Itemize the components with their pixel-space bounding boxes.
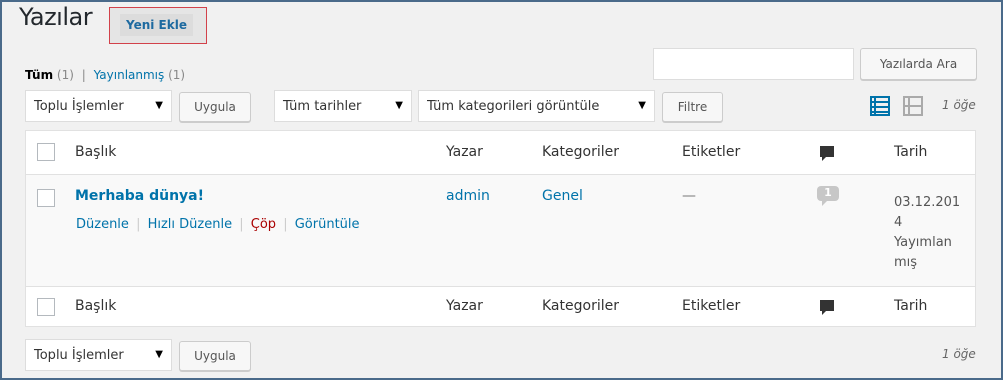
search-input[interactable] — [653, 48, 854, 80]
post-tags: — — [682, 188, 696, 204]
table-header: Başlık Yazar Kategoriler Etiketler Tarih — [26, 131, 975, 175]
column-title[interactable]: Başlık — [75, 144, 116, 160]
apply-button-bottom[interactable]: Uygula — [179, 341, 251, 371]
post-category-link[interactable]: Genel — [542, 188, 583, 204]
items-count-top: 1 öğe — [942, 98, 976, 112]
posts-table: Başlık Yazar Kategoriler Etiketler Tarih… — [25, 130, 976, 327]
category-filter-select[interactable]: Tüm kategorileri görüntüle ▼ — [418, 90, 655, 122]
filter-published[interactable]: Yayınlanmış — [94, 68, 165, 82]
add-new-button[interactable]: Yeni Ekle — [120, 14, 193, 36]
select-all-checkbox[interactable] — [37, 143, 55, 161]
post-date-line2: 4 — [894, 215, 903, 230]
row-actions: Düzenle | Hızlı Düzenle | Çöp | Görüntül… — [76, 217, 360, 232]
add-new-highlight: Yeni Ekle — [109, 7, 207, 44]
column-date[interactable]: Tarih — [894, 144, 927, 160]
view-link[interactable]: Görüntüle — [295, 217, 360, 232]
edit-link[interactable]: Düzenle — [76, 217, 129, 232]
quick-edit-link[interactable]: Hızlı Düzenle — [148, 217, 233, 232]
row-checkbox[interactable] — [37, 189, 55, 207]
post-status-line2: mış — [894, 255, 918, 270]
column-author: Yazar — [446, 144, 483, 160]
posts-screen: Yazılar Yeni Ekle Tüm (1) | Yayınlanmış … — [0, 0, 1003, 380]
search-posts-button[interactable]: Yazılarda Ara — [860, 48, 977, 80]
post-date-line1: 03.12.201 — [894, 195, 961, 210]
page-title: Yazılar — [19, 3, 93, 31]
category-filter-value: Tüm kategorileri görüntüle — [427, 98, 600, 114]
post-title-link[interactable]: Merhaba dünya! — [75, 188, 204, 204]
filter-button[interactable]: Filtre — [662, 92, 723, 122]
bulk-actions-value-bottom: Toplu İşlemler — [34, 347, 124, 363]
table-footer: Başlık Yazar Kategoriler Etiketler Tarih — [26, 286, 975, 326]
view-switch — [870, 95, 930, 121]
trash-link[interactable]: Çöp — [251, 217, 276, 232]
filter-separator: | — [81, 68, 86, 82]
post-status-line1: Yayımlan — [894, 235, 952, 250]
table-row: Merhaba dünya! Düzenle | Hızlı Düzenle |… — [26, 175, 975, 286]
filter-all[interactable]: Tüm — [25, 68, 53, 82]
chevron-down-icon: ▼ — [155, 349, 163, 360]
post-date: 03.12.201 4 Yayımlan mış — [894, 193, 964, 273]
comment-bubble-icon[interactable] — [819, 145, 835, 163]
comment-bubble-icon[interactable] — [819, 299, 835, 317]
column-categories: Kategoriler — [542, 144, 619, 160]
column-tags: Etiketler — [682, 144, 741, 160]
bulk-actions-value: Toplu İşlemler — [34, 98, 124, 114]
column-title-footer[interactable]: Başlık — [75, 298, 116, 314]
column-tags-footer: Etiketler — [682, 298, 741, 314]
filter-published-count: (1) — [168, 68, 186, 82]
apply-button-top[interactable]: Uygula — [179, 92, 251, 122]
post-author-link[interactable]: admin — [446, 188, 490, 204]
column-author-footer: Yazar — [446, 298, 483, 314]
comment-count: 1 — [824, 186, 832, 199]
chevron-down-icon: ▼ — [638, 100, 646, 111]
bulk-actions-select-top[interactable]: Toplu İşlemler ▼ — [25, 90, 172, 122]
bulk-actions-select-bottom[interactable]: Toplu İşlemler ▼ — [25, 339, 172, 371]
column-categories-footer: Kategoriler — [542, 298, 619, 314]
column-date-footer[interactable]: Tarih — [894, 298, 927, 314]
comment-count-bubble[interactable]: 1 — [816, 185, 840, 207]
date-filter-select[interactable]: Tüm tarihler ▼ — [274, 90, 412, 122]
filter-all-count: (1) — [56, 68, 74, 82]
list-view-icon[interactable] — [870, 95, 930, 117]
excerpt-view-icon — [903, 96, 923, 116]
date-filter-value: Tüm tarihler — [283, 98, 362, 114]
chevron-down-icon: ▼ — [155, 100, 163, 111]
status-filter-links: Tüm (1) | Yayınlanmış (1) — [25, 68, 185, 82]
chevron-down-icon: ▼ — [395, 100, 403, 111]
items-count-bottom: 1 öğe — [942, 347, 976, 361]
select-all-checkbox-bottom[interactable] — [37, 298, 55, 316]
